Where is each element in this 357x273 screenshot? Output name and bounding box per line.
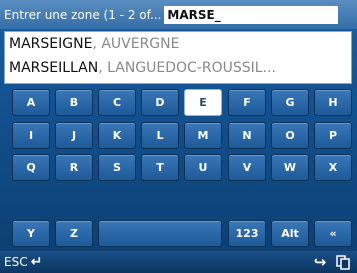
key-u[interactable]: U xyxy=(184,154,222,181)
key-f[interactable]: F xyxy=(228,89,266,116)
key-k[interactable]: K xyxy=(98,122,136,149)
copy-icon[interactable] xyxy=(333,253,353,271)
key-z[interactable]: Z xyxy=(55,220,93,247)
key-x[interactable]: X xyxy=(314,154,352,181)
backspace-button[interactable]: « xyxy=(314,220,352,247)
key-j[interactable]: J xyxy=(55,122,93,149)
key-l[interactable]: L xyxy=(141,122,179,149)
key-m[interactable]: M xyxy=(184,122,222,149)
forward-arrow-icon[interactable]: ↪ xyxy=(309,253,331,271)
esc-button[interactable]: ESC ↵ xyxy=(4,253,42,271)
key-q[interactable]: Q xyxy=(12,154,50,181)
on-screen-keyboard: A B C D E F G H I J K L M N O P Q R S T U V W X Y Z 123 Alt « xyxy=(0,0,357,273)
key-e[interactable]: E xyxy=(184,89,222,116)
key-b[interactable]: B xyxy=(55,89,93,116)
key-n[interactable]: N xyxy=(228,122,266,149)
footer-bar: ESC ↵ ↪ xyxy=(0,251,357,273)
alt-keys-button[interactable]: Alt xyxy=(271,220,309,247)
esc-label: ESC xyxy=(4,255,28,269)
key-a[interactable]: A xyxy=(12,89,50,116)
key-v[interactable]: V xyxy=(228,154,266,181)
key-y[interactable]: Y xyxy=(12,220,50,247)
key-d[interactable]: D xyxy=(141,89,179,116)
numeric-keys-button[interactable]: 123 xyxy=(228,220,266,247)
key-g[interactable]: G xyxy=(271,89,309,116)
key-r[interactable]: R xyxy=(55,154,93,181)
space-bar-key[interactable] xyxy=(98,220,222,247)
key-p[interactable]: P xyxy=(314,122,352,149)
key-o[interactable]: O xyxy=(271,122,309,149)
address-entry-screen: Entrer une zone (1 - 2 of... MARSE_ MARS… xyxy=(0,0,357,273)
key-w[interactable]: W xyxy=(271,154,309,181)
key-t[interactable]: T xyxy=(141,154,179,181)
key-i[interactable]: I xyxy=(12,122,50,149)
key-c[interactable]: C xyxy=(98,89,136,116)
key-s[interactable]: S xyxy=(98,154,136,181)
key-h[interactable]: H xyxy=(314,89,352,116)
return-arrow-icon: ↵ xyxy=(30,254,43,270)
